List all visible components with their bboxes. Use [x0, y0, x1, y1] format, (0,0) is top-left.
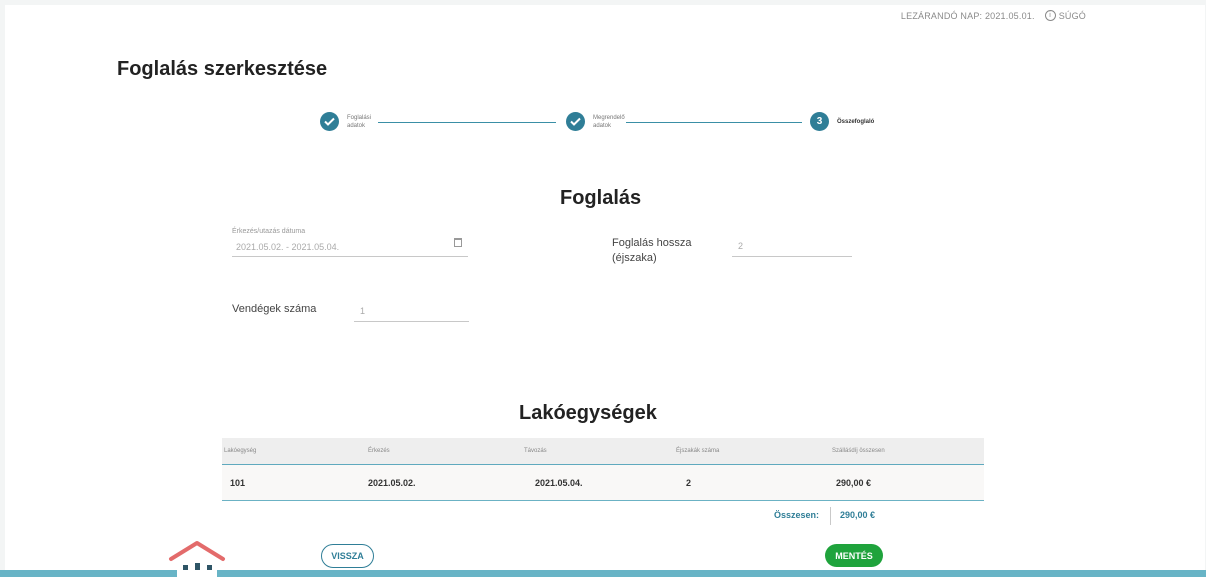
info-icon: i	[1044, 10, 1056, 21]
date-range-value: 2021.05.02. - 2021.05.04.	[236, 242, 340, 252]
col-total: Szálláśdíj összesen	[832, 448, 885, 454]
col-departure: Távozás	[524, 448, 547, 454]
cell-total: 290,00 €	[836, 477, 872, 488]
guests-label: Vendégek száma	[232, 303, 317, 315]
step-2[interactable]: Megrendelő adatok	[566, 112, 629, 131]
cell-arrival: 2021.05.02.	[368, 477, 416, 488]
step-1[interactable]: Foglalási adatok	[320, 112, 383, 131]
check-icon	[566, 112, 585, 131]
help-label: SÚGÓ	[1058, 10, 1086, 21]
back-button[interactable]: VISSZA	[321, 544, 374, 568]
stepper-line-1	[378, 122, 556, 123]
cell-unit: 101	[230, 477, 246, 488]
table-row[interactable]: 101 2021.05.02. 2021.05.04. 2 290,00 €	[222, 465, 984, 501]
total-row: Összesen: 290,00 €	[222, 501, 984, 529]
total-divider	[830, 507, 831, 525]
calendar-icon[interactable]	[454, 238, 462, 247]
total-value: 290,00 €	[840, 510, 876, 520]
check-icon	[320, 112, 339, 131]
closing-day-text: LEZÁRANDÓ NAP: 2021.05.01.	[900, 10, 1035, 21]
units-section-title: Lakóegységek	[519, 402, 657, 424]
cell-departure: 2021.05.04.	[535, 477, 583, 488]
step-3[interactable]: 3 Összefoglaló	[810, 112, 874, 131]
top-bar: LEZÁRANDÓ NAP: 2021.05.01. i SÚGÓ	[901, 10, 1086, 21]
date-field-label: Érkezés/utazás dátuma	[232, 228, 306, 235]
cell-nights: 2	[686, 477, 692, 488]
col-arrival: Érkezés	[368, 448, 390, 454]
units-table: Lakóegység Érkezés Távozás Éjszakák szám…	[222, 438, 984, 529]
table-header: Lakóegység Érkezés Távozás Éjszakák szám…	[222, 438, 984, 465]
step-3-number: 3	[810, 112, 829, 131]
col-unit: Lakóegység	[224, 448, 257, 454]
col-nights: Éjszakák száma	[676, 448, 720, 454]
booking-length-input[interactable]: 2	[732, 241, 852, 257]
date-range-input[interactable]: 2021.05.02. - 2021.05.04.	[232, 238, 468, 257]
step-3-label: Összefoglaló	[837, 119, 875, 125]
guests-input[interactable]: 1	[354, 306, 469, 322]
step-1-label: Foglalási adatok	[347, 115, 372, 129]
page-title: Foglalás szerkesztése	[117, 58, 328, 80]
booking-section-title: Foglalás	[560, 187, 642, 209]
save-button[interactable]: MENTÉS	[825, 544, 883, 567]
step-2-label: Megrendelő adatok	[593, 115, 625, 129]
booking-length-label: Foglalás hossza (éjszaka)	[612, 237, 692, 264]
progress-stepper: Foglalási adatok Megrendelő adatok 3 Öss…	[318, 112, 898, 142]
house-logo-icon	[169, 541, 225, 577]
stepper-line-2	[626, 122, 802, 123]
help-link[interactable]: i SÚGÓ	[1044, 10, 1086, 21]
total-label: Összesen:	[774, 510, 820, 520]
